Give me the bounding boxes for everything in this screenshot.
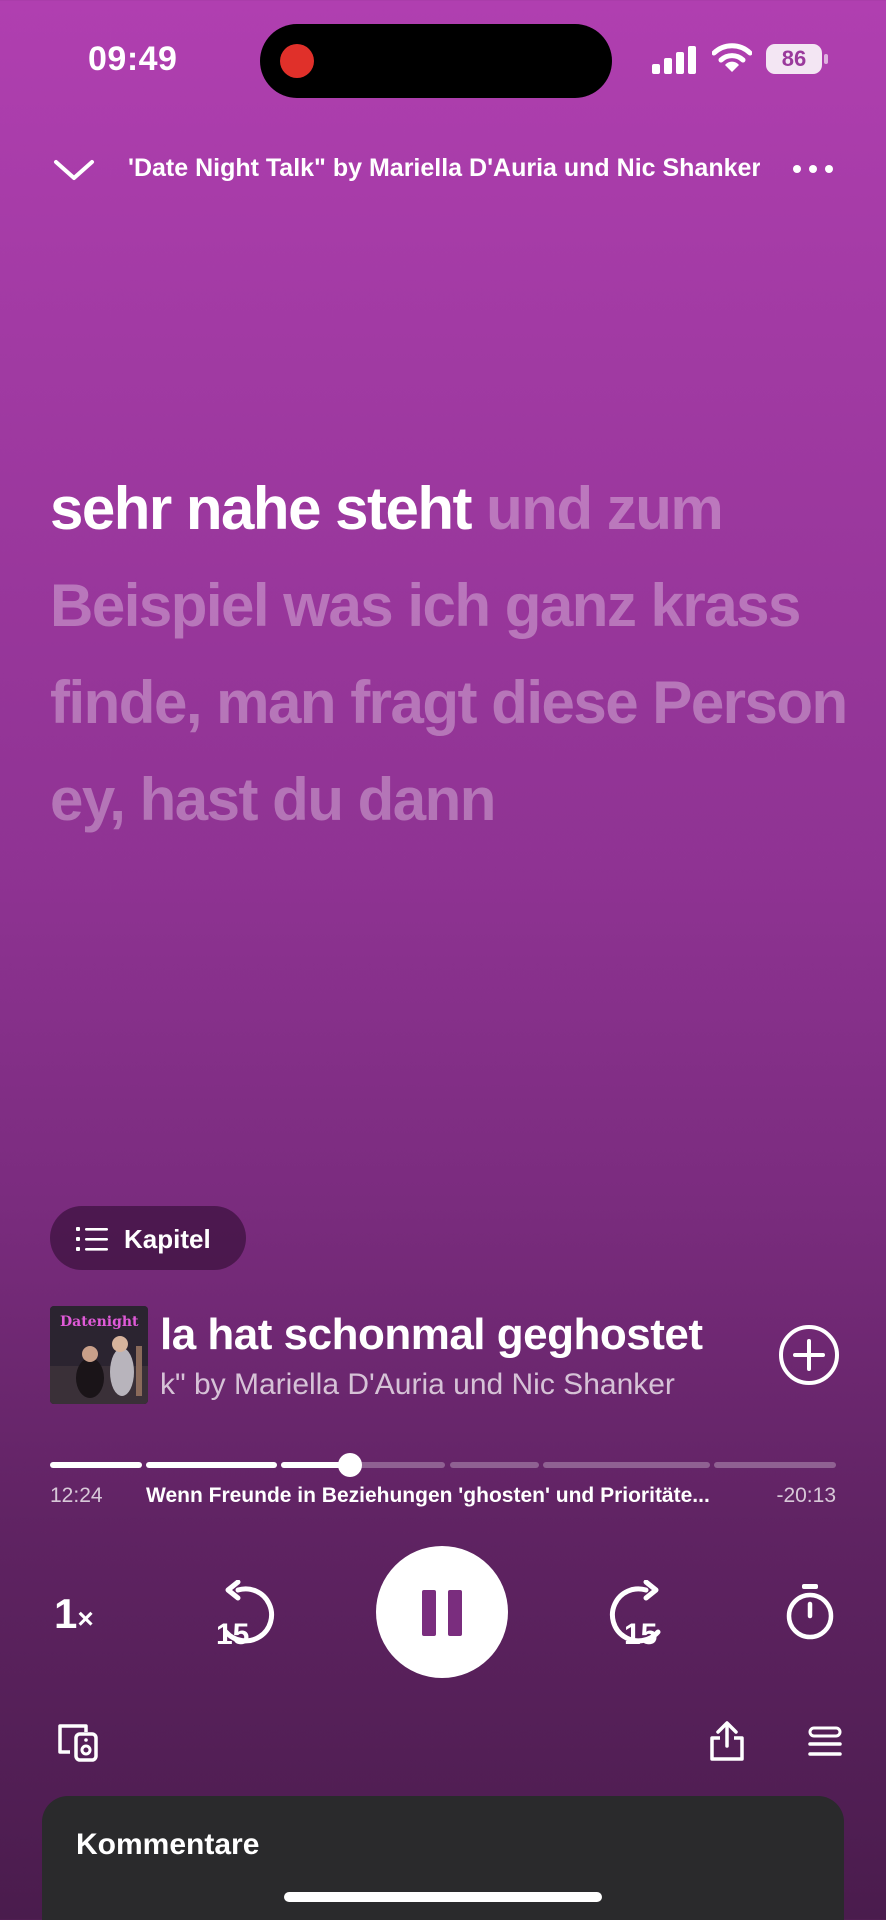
comments-title: Kommentare <box>76 1828 260 1861</box>
now-playing-info: Datenight la hat schonmal geghostet k" b… <box>50 1306 839 1406</box>
chapters-button[interactable]: Kapitel <box>50 1206 246 1270</box>
transcript-active-line: sehr nahe steht <box>50 475 472 542</box>
chapter-segment <box>543 1462 710 1468</box>
add-circle-icon[interactable] <box>778 1324 840 1386</box>
list-icon <box>76 1227 108 1251</box>
chapter-segment <box>50 1462 142 1468</box>
battery-indicator: 86 <box>766 44 828 74</box>
pause-icon <box>448 1590 462 1636</box>
skip-forward-seconds: 15 <box>624 1618 657 1648</box>
playback-controls: 1× 15 15 <box>0 1546 886 1678</box>
episode-title[interactable]: la hat schonmal geghostet <box>160 1310 780 1362</box>
sleep-timer-icon[interactable] <box>784 1582 836 1642</box>
chevron-down-icon[interactable] <box>52 156 96 184</box>
status-time: 09:49 <box>88 40 178 78</box>
devices-icon[interactable] <box>56 1722 100 1762</box>
skip-back-seconds: 15 <box>216 1618 249 1648</box>
chapter-segment <box>146 1462 277 1468</box>
speed-suffix: × <box>77 1603 94 1634</box>
cellular-signal-icon <box>652 46 696 74</box>
episode-source-title: 'Date Night Talk" by Mariella D'Auria un… <box>128 154 760 182</box>
skip-forward-15-icon[interactable]: 15 <box>602 1580 670 1648</box>
episode-cover-art[interactable]: Datenight <box>50 1306 148 1404</box>
playback-scrubber[interactable] <box>50 1453 836 1477</box>
current-chapter-title: Wenn Freunde in Beziehungen 'ghosten' un… <box>146 1484 710 1507</box>
chapters-label: Kapitel <box>124 1224 211 1254</box>
speed-value: 1 <box>54 1590 78 1637</box>
pause-icon <box>422 1590 436 1636</box>
status-bar: 09:49 86 <box>0 0 886 120</box>
skip-back-15-icon[interactable]: 15 <box>214 1580 282 1648</box>
wifi-icon <box>712 43 752 72</box>
pause-button[interactable] <box>376 1546 508 1678</box>
elapsed-time: 12:24 <box>50 1484 103 1507</box>
playback-speed-button[interactable]: 1× <box>54 1590 94 1638</box>
episode-subtitle[interactable]: k" by Mariella D'Auria und Nic Shanker <box>160 1368 780 1406</box>
remaining-time: -20:13 <box>776 1484 836 1507</box>
chapter-segment <box>714 1462 836 1468</box>
share-icon[interactable] <box>708 1720 746 1762</box>
dynamic-island <box>260 24 612 98</box>
cover-title: Datenight <box>60 1314 139 1330</box>
recording-indicator <box>280 44 314 78</box>
home-indicator[interactable] <box>284 1892 602 1902</box>
chapter-segment <box>450 1462 539 1468</box>
transcript: sehr nahe steht und zum Beispiel was ich… <box>50 460 850 848</box>
scrubber-knob[interactable] <box>338 1453 362 1477</box>
battery-percent: 86 <box>781 46 807 71</box>
player-header: 'Date Night Talk" by Mariella D'Auria un… <box>0 140 886 200</box>
more-icon[interactable] <box>790 156 836 182</box>
battery-tip <box>824 54 828 64</box>
queue-icon[interactable] <box>808 1726 842 1758</box>
bottom-actions <box>0 1716 886 1766</box>
